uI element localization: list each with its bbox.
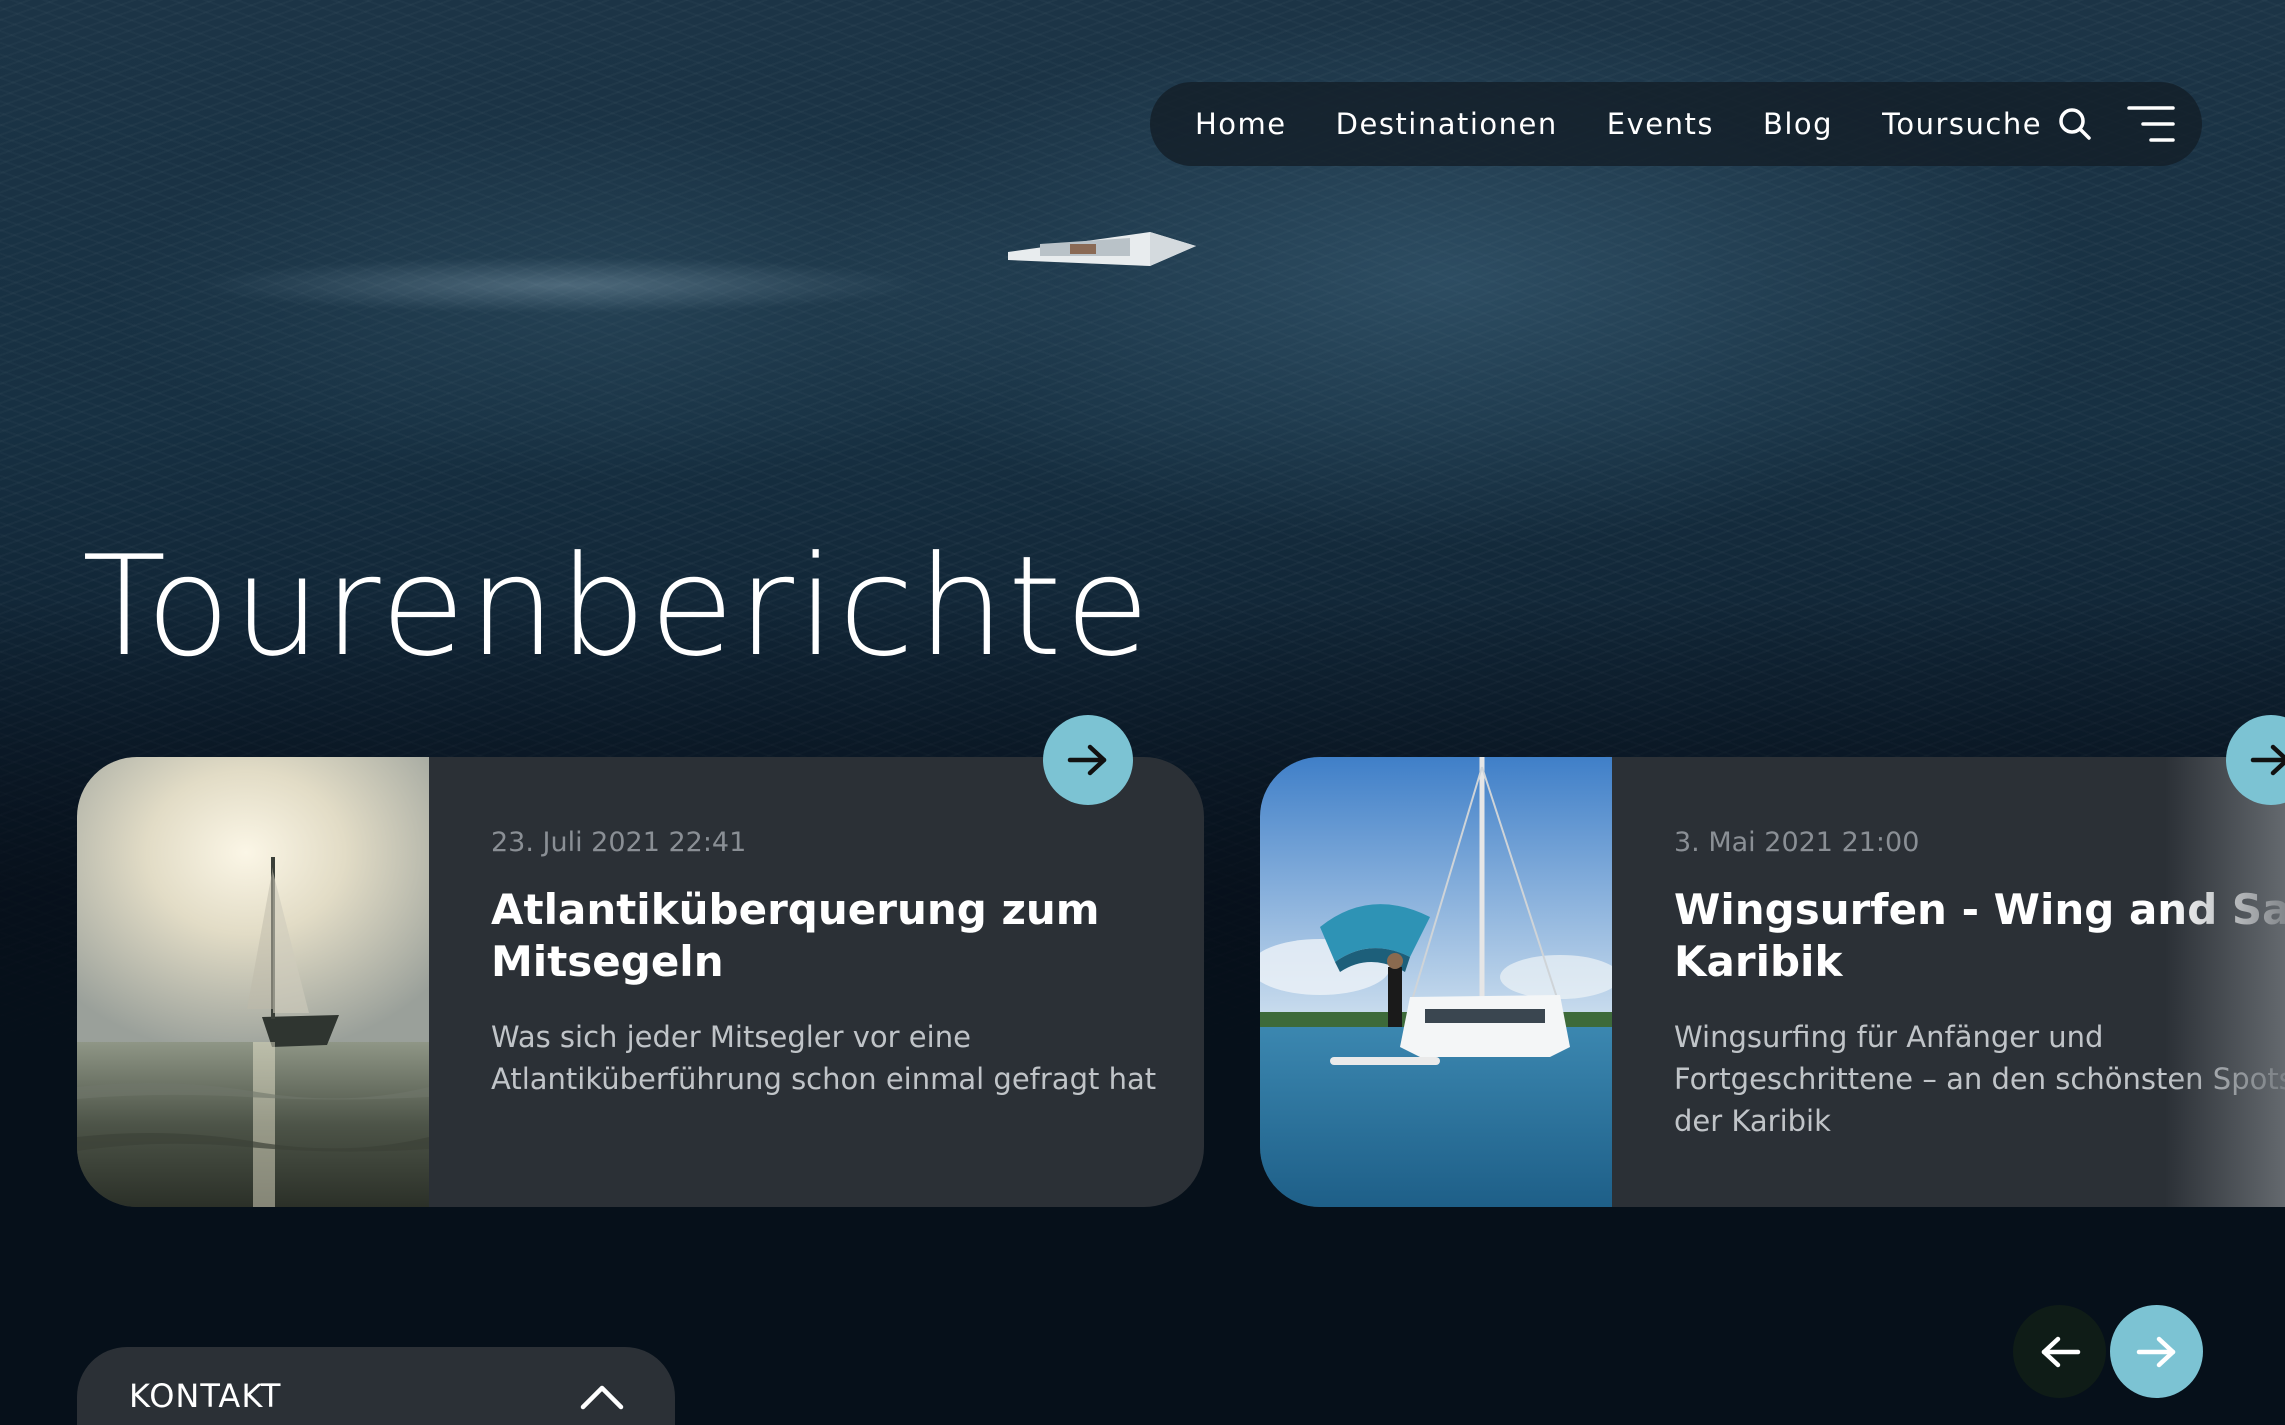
blog-card-atlantik[interactable]: 23. Juli 2021 22:41 Atlantiküberquerung … bbox=[77, 757, 1204, 1207]
blog-card-wingsurfen[interactable]: 3. Mai 2021 21:00 Wingsurfen - Wing and … bbox=[1260, 757, 2285, 1207]
main-navigation: Home Destinationen Events Blog Toursuche bbox=[1150, 82, 2202, 166]
card-content: 3. Mai 2021 21:00 Wingsurfen - Wing and … bbox=[1674, 827, 2285, 1142]
card-title-text: Wingsurfen - Wing and Sail Karibik bbox=[1674, 885, 2285, 986]
nav-events[interactable]: Events bbox=[1607, 107, 1714, 141]
card-date: 3. Mai 2021 21:00 bbox=[1674, 827, 1920, 858]
menu-icon[interactable] bbox=[2126, 104, 2176, 144]
boat-wake bbox=[0, 230, 1040, 340]
card-title[interactable]: Atlantiküberquerung zum Mitsegeln bbox=[491, 884, 1171, 988]
card-excerpt: Was sich jeder Mitsegler vor eine Atlant… bbox=[491, 1020, 1157, 1096]
card-excerpt-text: Wingsurfing für Anfänger und Fortgeschri… bbox=[1674, 1020, 2285, 1138]
arrow-left-icon bbox=[2041, 1336, 2080, 1367]
card-content: 23. Juli 2021 22:41 Atlantiküberquerung … bbox=[491, 827, 1171, 1100]
contact-label: KONTAKT bbox=[129, 1377, 282, 1415]
sailboat-at-sunset-image bbox=[77, 757, 429, 1207]
page-title: Tourenberichte bbox=[82, 526, 1153, 687]
wingsurfer-and-catamaran-image bbox=[1260, 757, 1612, 1207]
card-open-arrow-button[interactable] bbox=[1043, 715, 1133, 805]
card-excerpt: Wingsurfing für Anfänger und Fortgeschri… bbox=[1674, 1016, 2285, 1142]
nav-blog[interactable]: Blog bbox=[1763, 107, 1833, 141]
card-date: 23. Juli 2021 22:41 bbox=[491, 827, 747, 858]
nav-destinationen[interactable]: Destinationen bbox=[1336, 107, 1558, 141]
nav-toursuche[interactable]: Toursuche bbox=[1882, 107, 2042, 141]
search-icon[interactable] bbox=[2056, 105, 2094, 143]
contact-tab[interactable]: KONTAKT bbox=[77, 1347, 675, 1425]
arrow-right-icon bbox=[1067, 744, 1107, 776]
arrow-right-icon bbox=[2136, 1336, 2175, 1367]
sailboat-image bbox=[1008, 232, 1196, 266]
card-title[interactable]: Wingsurfen - Wing and Sail Karibik bbox=[1674, 884, 2285, 988]
slider-next-button[interactable] bbox=[2110, 1305, 2203, 1398]
chevron-up-icon bbox=[580, 1385, 624, 1410]
slider-prev-button[interactable] bbox=[2013, 1305, 2106, 1398]
arrow-right-icon bbox=[2250, 744, 2285, 776]
nav-home[interactable]: Home bbox=[1195, 107, 1287, 141]
